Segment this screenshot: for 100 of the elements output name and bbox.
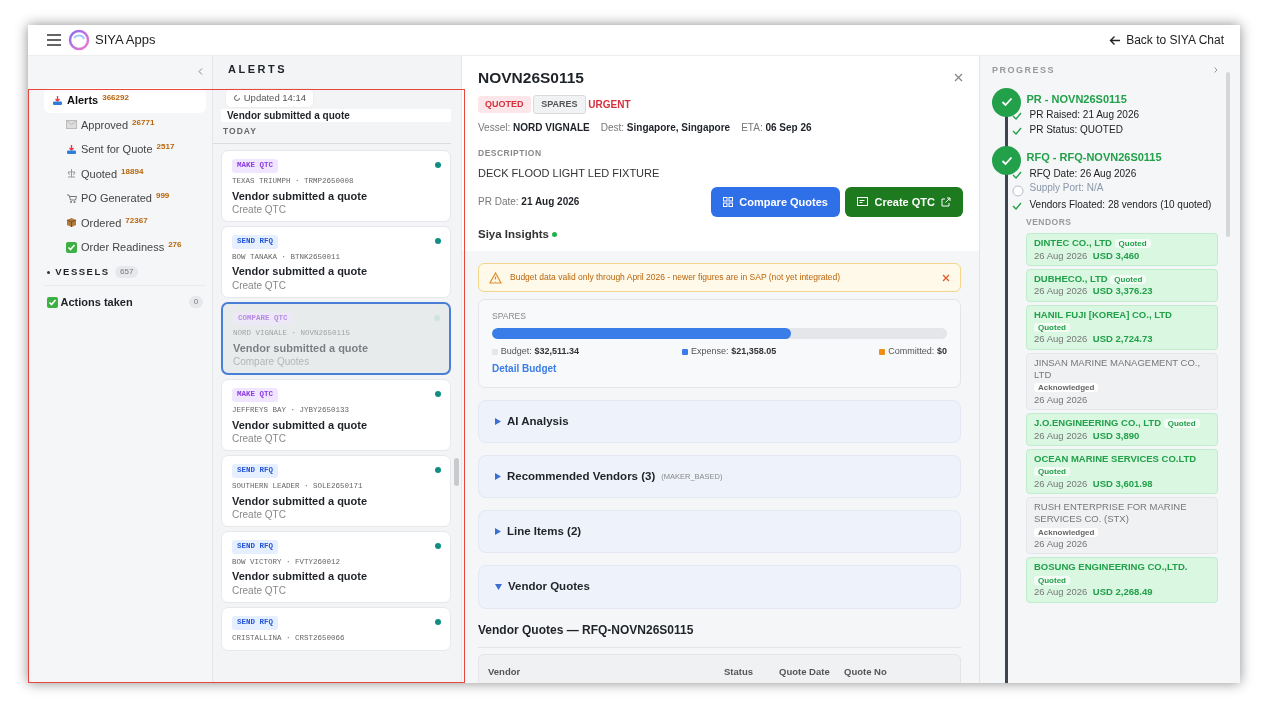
close-icon[interactable]	[954, 73, 963, 83]
count-badge: 0	[188, 296, 204, 309]
vendor-name: J.O.ENGINEERING CO., LTD	[1034, 417, 1162, 430]
scrollbar-thumb[interactable]	[454, 458, 459, 486]
status-tag: Quoted	[1163, 419, 1200, 429]
description-text: DECK FLOOD LIGHT LED FIXTURE	[478, 165, 661, 181]
arrow-left-icon	[1108, 34, 1121, 46]
alert-title: Vendor submitted a quote	[232, 493, 369, 508]
compare-button[interactable]: Compare Quotes	[711, 186, 840, 217]
collapsible-header[interactable]: Vendor Quotes	[478, 565, 961, 609]
panel-title: ALERTS	[227, 62, 288, 77]
detail-budget-link[interactable]: Detail Budget	[492, 361, 557, 376]
unread-dot	[435, 618, 441, 625]
vendor-name: BOSUNG ENGINEERING CO.,LTD.	[1034, 561, 1188, 574]
sidebar-item[interactable]: Quoted 18894	[44, 161, 206, 186]
sidebar-item[interactable]: Sent for Quote 2517	[44, 137, 206, 162]
status-tag: Quoted	[1110, 275, 1147, 284]
sidebar-item[interactable]: PO Generated 999	[44, 186, 206, 211]
status-tag: Acknowledged	[1034, 527, 1099, 537]
status-tag: Quoted	[1114, 239, 1151, 249]
grid-icon	[723, 196, 734, 207]
scale-icon	[66, 168, 77, 180]
vendor-card[interactable]: BOSUNG ENGINEERING CO.,LTD. Quoted 26 Aug 2026 USD 2,268.49	[1026, 557, 1218, 603]
close-icon[interactable]	[942, 273, 950, 282]
external-link-icon	[941, 196, 951, 207]
vendor-name: DINTEC CO., LTD	[1034, 237, 1112, 250]
vendor-card[interactable]: DINTEC CO., LTD Quoted 26 Aug 2026 USD 3,460	[1026, 233, 1218, 266]
vendor-card[interactable]: RUSH ENTERPRISE FOR MARINE SERVICES CO. (STX) Acknowledged 26 Aug 2026	[1026, 497, 1218, 555]
status-tag: Quoted	[1034, 575, 1070, 585]
vessels-toggle[interactable]: VESSELS 657	[46, 265, 206, 280]
count-label: 366292	[102, 92, 129, 104]
package-icon	[66, 217, 77, 229]
item-label: Order Readiness	[81, 240, 165, 255]
info-field: Dest: Singapore, Singapore	[600, 119, 731, 135]
unread-dot	[435, 162, 441, 168]
collapse-icon[interactable]	[198, 68, 204, 75]
priority-label: URGENT	[588, 98, 631, 112]
item-label: Ordered	[81, 215, 122, 231]
step-text: RFQ Date: 26 Aug 2026	[1029, 167, 1137, 180]
actions-item[interactable]: Actions taken 0	[44, 291, 206, 311]
vendor-name: JINSAN MARINE MANAGEMENT CO., LTD	[1034, 356, 1202, 382]
alert-title: Vendor submitted a quote	[233, 341, 370, 356]
category-tag: SPARES	[533, 94, 586, 115]
vendor-card[interactable]: JINSAN MARINE MANAGEMENT CO., LTD Acknowledged 26 Aug 2026	[1026, 352, 1218, 411]
cart-icon	[66, 192, 77, 204]
info-field: ETA: 06 Sep 26	[741, 119, 812, 135]
collapsible-header[interactable]: Line Items (2)	[478, 510, 961, 554]
online-dot	[551, 232, 557, 238]
back-link[interactable]: Back to SIYA Chat	[1108, 31, 1224, 49]
app-title: SIYA Apps	[95, 31, 156, 50]
quote-date: 26 Aug 2026	[1034, 285, 1088, 298]
quote-amount: USD 2,724.73	[1092, 333, 1153, 346]
vendor-card[interactable]: J.O.ENGINEERING CO., LTD Quoted 26 Aug 2026 USD 3,890	[1026, 413, 1218, 446]
refresh-icon	[233, 94, 241, 103]
count-label: 72367	[125, 214, 148, 227]
caret-icon	[495, 528, 501, 536]
create-button[interactable]: Create QTC	[845, 186, 963, 217]
vendor-card[interactable]: OCEAN MARINE SERVICES CO.LTD Quoted 26 Aug 2026 USD 3,601.98	[1026, 448, 1218, 495]
menu-icon[interactable]	[46, 33, 62, 47]
legend-item: Expense: $21,358.05	[682, 344, 777, 359]
sidebar-item[interactable]: Approved 26771	[44, 112, 206, 137]
vendor-card[interactable]: DUBHECO., LTD Quoted 26 Aug 2026 USD 3,376.23	[1026, 269, 1218, 302]
tray-icon	[52, 94, 63, 106]
sidebar-item[interactable]: Order Readiness 276	[44, 235, 206, 260]
expand-icon[interactable]	[1214, 66, 1218, 73]
table-header: Vendor Status Quote Date Quote No	[478, 653, 961, 683]
item-label: PO Generated	[81, 191, 152, 206]
sidebar-item[interactable]: Ordered 72367	[44, 210, 206, 235]
unread-dot	[435, 467, 441, 474]
vendor-card[interactable]: HANIL FUJI [KOREA] CO., LTD Quoted 26 Aug 2026 USD 2,724.73	[1026, 304, 1218, 350]
legend-item: Budget: $32,511.34	[492, 344, 580, 359]
count-label: 18894	[121, 165, 144, 178]
quote-date: 26 Aug 2026	[1034, 586, 1088, 599]
section-label: VENDORS	[1026, 215, 1073, 229]
sidebar-item[interactable]: Alerts 366292	[44, 88, 206, 113]
envelope-icon	[66, 120, 77, 130]
document-icon	[857, 197, 869, 207]
alert-title: Vendor submitted a quote	[232, 264, 369, 279]
status-tag: QUOTED	[478, 95, 531, 114]
updated-badge: Updated 14:14	[225, 88, 315, 109]
warning-text: Budget data valid only through April 2026 - newer figures are in SAP (not yet integrated)	[510, 271, 842, 284]
alert-title: Vendor submitted a quote	[232, 188, 369, 203]
count-label: 276	[168, 239, 182, 251]
quote-date: 26 Aug 2026	[1034, 393, 1088, 407]
quote-amount: USD 3,890	[1092, 429, 1140, 442]
status-tag: Acknowledged	[1034, 383, 1099, 393]
group-label: TODAY	[213, 122, 451, 144]
warning-icon	[489, 271, 502, 284]
legend-item: Committed: $0	[879, 344, 947, 359]
unread-dot	[434, 314, 440, 321]
quote-amount: USD 3,376.23	[1092, 285, 1153, 298]
vendor-name: OCEAN MARINE SERVICES CO.LTD	[1034, 452, 1197, 466]
collapsible-header[interactable]: AI Analysis	[478, 399, 961, 443]
step-text: Vendors Floated: 28 vendors (10 quoted)	[1029, 199, 1212, 212]
vessels-label: VESSELS	[55, 265, 110, 279]
quote-amount: USD 2,268.49	[1092, 586, 1153, 599]
progress-title: PROGRESS	[992, 64, 1055, 77]
step-text: PR Raised: 21 Aug 2026	[1029, 109, 1140, 122]
scrollbar-thumb[interactable]	[1226, 72, 1230, 237]
vendor-name: DUBHECO., LTD	[1034, 273, 1108, 286]
